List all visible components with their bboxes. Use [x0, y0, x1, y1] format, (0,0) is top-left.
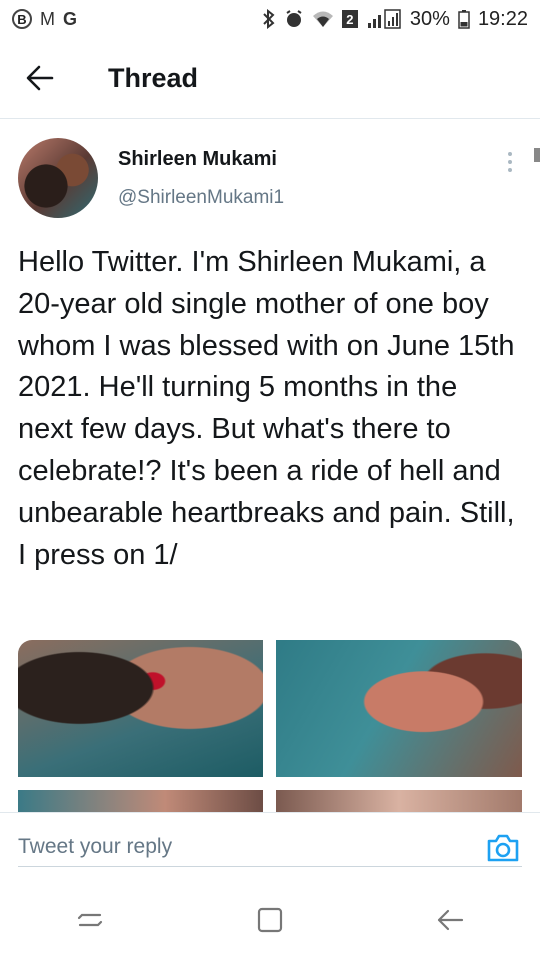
- signal-icon: [366, 9, 402, 29]
- system-back-button[interactable]: [420, 895, 480, 945]
- alarm-icon: [284, 9, 304, 29]
- camera-button[interactable]: [486, 833, 520, 863]
- battery-icon: [458, 9, 470, 29]
- home-icon: [257, 907, 283, 933]
- recents-icon: [77, 913, 103, 927]
- wifi-icon: [312, 10, 334, 28]
- status-right: 2 30% 19:22: [262, 8, 528, 31]
- back-icon: [437, 909, 464, 931]
- bluetooth-icon: [262, 9, 276, 29]
- more-dot-icon: [508, 168, 512, 172]
- battery-percent: 30%: [409, 7, 450, 30]
- b-circle-icon: B: [12, 9, 32, 29]
- tweet-author[interactable]: Shirleen Mukami @ShirleenMukami1: [118, 148, 284, 209]
- tweet-photo-3[interactable]: [18, 790, 263, 812]
- scrollbar[interactable]: [534, 148, 540, 162]
- more-options-button[interactable]: [498, 150, 522, 174]
- camera-icon: [487, 834, 519, 862]
- page-title: Thread: [108, 62, 199, 93]
- tweet-photo-2[interactable]: [276, 640, 522, 777]
- recents-button[interactable]: [60, 895, 120, 945]
- avatar[interactable]: [18, 138, 98, 218]
- tweet-text: Hello Twitter. I'm Shirleen Mukami, a 20…: [18, 246, 515, 571]
- user-handle[interactable]: @ShirleenMukami1: [118, 187, 284, 209]
- more-dot-icon: [508, 160, 512, 164]
- status-left: B M G: [12, 9, 77, 30]
- back-button[interactable]: [10, 48, 70, 108]
- app-header: Thread: [0, 38, 540, 119]
- status-bar: B M G 2 30% 19:22: [0, 0, 540, 38]
- tweet-photo-4[interactable]: [276, 790, 522, 812]
- google-icon: G: [63, 8, 78, 29]
- gmail-icon: M: [40, 8, 55, 29]
- system-nav-bar: [0, 880, 540, 960]
- sim-badge: 2: [341, 10, 358, 28]
- arrow-left-icon: [26, 65, 54, 91]
- home-button[interactable]: [240, 895, 300, 945]
- tweet[interactable]: Shirleen Mukami @ShirleenMukami1 Hello T…: [0, 120, 540, 812]
- clock: 19:22: [477, 7, 528, 30]
- tweet-photo-1[interactable]: [18, 640, 263, 777]
- display-name[interactable]: Shirleen Mukami: [118, 148, 284, 171]
- more-dot-icon: [508, 152, 512, 156]
- reply-bar: [0, 812, 540, 880]
- reply-input[interactable]: [18, 828, 522, 867]
